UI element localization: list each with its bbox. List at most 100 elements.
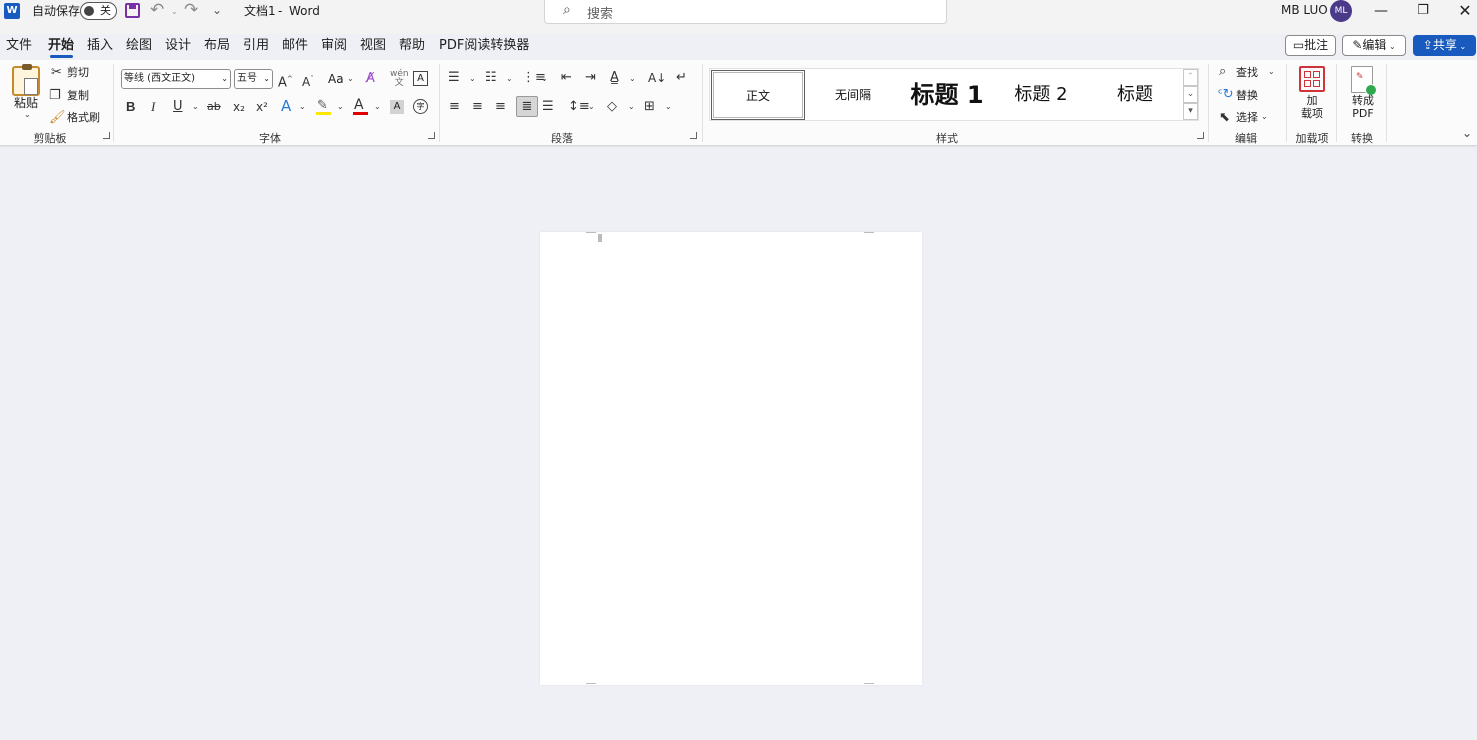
chevron-down-icon[interactable]: ⌄ — [1268, 67, 1275, 76]
avatar[interactable]: ML — [1330, 0, 1352, 22]
chevron-down-icon[interactable]: ⌄ — [628, 102, 635, 111]
copy-button[interactable]: 复制 — [67, 89, 89, 103]
change-case-button[interactable]: Aa — [328, 72, 344, 86]
chevron-down-icon[interactable]: ⌄ — [588, 102, 595, 111]
chevron-down-icon[interactable]: ⌄ — [541, 74, 548, 83]
editing-mode-button[interactable]: ✎编辑 ⌄ — [1342, 35, 1406, 56]
chevron-down-icon[interactable]: ⌄ — [629, 74, 636, 83]
chevron-down-icon[interactable]: ⌄ — [337, 102, 344, 111]
character-shading-icon[interactable]: A — [390, 100, 404, 114]
font-launcher-icon[interactable] — [428, 132, 435, 139]
bold-button[interactable]: B — [126, 99, 135, 115]
paste-button[interactable]: 粘贴 — [14, 96, 38, 110]
phonetic-guide-icon[interactable]: wén 文 — [390, 70, 409, 88]
style-no-spacing[interactable]: 无间隔 — [806, 70, 900, 120]
tab-design[interactable]: 设计 — [165, 37, 191, 55]
grow-font-icon[interactable]: A^ — [278, 71, 293, 91]
decrease-indent-icon[interactable]: ⇤ — [561, 70, 572, 86]
align-right-icon[interactable]: ≡ — [495, 99, 506, 115]
style-normal[interactable]: 正文 — [711, 70, 805, 120]
document-page[interactable] — [540, 232, 922, 685]
tab-references[interactable]: 引用 — [243, 37, 269, 55]
customize-toolbar-icon[interactable]: ⌄ — [212, 1, 222, 19]
styles-launcher-icon[interactable] — [1197, 132, 1204, 139]
autosave-toggle[interactable]: 关 — [80, 2, 117, 20]
scissors-icon[interactable]: ✂ — [51, 65, 62, 81]
borders-icon[interactable]: ⊞ — [644, 99, 655, 115]
italic-button[interactable]: I — [151, 99, 155, 115]
shrink-font-icon[interactable]: Aˇ — [302, 71, 314, 90]
style-heading-1[interactable]: 标题 1 — [900, 70, 994, 120]
undo-icon[interactable]: ↶ — [150, 1, 164, 19]
strikethrough-button[interactable]: ab — [207, 99, 221, 115]
style-heading-2[interactable]: 标题 2 — [994, 70, 1088, 120]
find-icon[interactable]: ⌕ — [1219, 64, 1226, 80]
addins-button[interactable]: 加 载项 — [1298, 94, 1326, 120]
chevron-down-icon[interactable]: ⌄ — [1261, 112, 1268, 121]
chevron-down-icon[interactable]: ⌄ — [506, 74, 513, 83]
distributed-align-icon[interactable]: ☰ — [542, 99, 554, 115]
shading-bucket-icon[interactable]: ◇ — [607, 99, 617, 115]
comments-button[interactable]: ▭批注 — [1285, 35, 1336, 56]
find-button[interactable]: 查找 — [1236, 66, 1258, 80]
select-button[interactable]: 选择 — [1236, 111, 1258, 125]
styles-more-icon[interactable]: ▾ — [1183, 103, 1198, 120]
font-size-dropdown[interactable]: 五号 ⌄ — [234, 69, 273, 89]
justify-icon[interactable]: ≣ — [516, 96, 538, 117]
restore-icon[interactable]: ❐ — [1403, 0, 1443, 22]
style-title[interactable]: 标题 — [1088, 70, 1182, 120]
tab-help[interactable]: 帮助 — [399, 37, 425, 55]
clear-formatting-icon[interactable]: A̸ — [366, 71, 375, 87]
character-border-icon[interactable]: A — [413, 71, 428, 86]
format-painter-icon[interactable]: 🖌 — [49, 110, 66, 126]
increase-indent-icon[interactable]: ⇥ — [585, 70, 596, 86]
bullets-icon[interactable]: ☰ — [448, 70, 460, 86]
cut-button[interactable]: 剪切 — [67, 66, 89, 80]
select-cursor-icon[interactable]: ⬉ — [1219, 110, 1230, 126]
paste-dropdown-icon[interactable]: ⌄ — [24, 110, 31, 119]
line-spacing-icon[interactable]: ↕≡ — [568, 99, 590, 115]
align-center-icon[interactable]: ≡ — [472, 99, 483, 115]
tab-mailings[interactable]: 邮件 — [282, 37, 308, 55]
align-left-icon[interactable]: ≡ — [449, 99, 460, 115]
numbering-icon[interactable]: ☷ — [485, 70, 497, 86]
save-icon[interactable] — [125, 3, 140, 18]
font-color-icon[interactable]: A — [354, 97, 364, 113]
chevron-down-icon[interactable]: ⌄ — [192, 102, 199, 111]
replace-button[interactable]: 替换 — [1236, 89, 1258, 103]
paste-icon[interactable] — [12, 64, 40, 96]
addins-icon[interactable] — [1299, 66, 1325, 92]
superscript-button[interactable]: x² — [256, 99, 268, 115]
styles-scroll-down-icon[interactable]: ⌄ — [1183, 86, 1198, 103]
paragraph-launcher-icon[interactable] — [690, 132, 697, 139]
search-box[interactable]: ⌕ 搜索 — [544, 0, 947, 24]
tab-insert[interactable]: 插入 — [87, 37, 113, 55]
convert-to-pdf-button[interactable]: 转成 PDF — [1348, 94, 1378, 120]
undo-dropdown-icon[interactable]: ⌄ — [171, 7, 178, 16]
redo-icon[interactable]: ↷ — [184, 1, 198, 19]
format-painter-button[interactable]: 格式刷 — [67, 111, 100, 125]
enclose-characters-icon[interactable]: 字 — [413, 99, 428, 114]
copy-icon[interactable]: ❐ — [49, 88, 61, 104]
minimize-icon[interactable]: — — [1361, 0, 1401, 22]
chevron-down-icon[interactable]: ⌄ — [665, 102, 672, 111]
tab-file[interactable]: 文件 — [6, 37, 32, 55]
close-icon[interactable]: ✕ — [1445, 0, 1477, 22]
share-button[interactable]: ⇪共享 ⌄ — [1413, 35, 1476, 56]
asian-layout-icon[interactable]: A̳ — [610, 70, 619, 86]
tab-draw[interactable]: 绘图 — [126, 37, 152, 55]
collapse-ribbon-icon[interactable]: ⌄ — [1462, 126, 1472, 140]
show-formatting-marks-icon[interactable]: ↵ — [676, 70, 687, 86]
chevron-down-icon[interactable]: ⌄ — [347, 74, 354, 83]
user-name[interactable]: MB LUO — [1281, 3, 1328, 17]
tab-view[interactable]: 视图 — [360, 37, 386, 55]
tab-review[interactable]: 审阅 — [321, 37, 347, 55]
chevron-down-icon[interactable]: ⌄ — [374, 102, 381, 111]
chevron-down-icon[interactable]: ⌄ — [469, 74, 476, 83]
subscript-button[interactable]: x₂ — [233, 99, 245, 115]
tab-home[interactable]: 开始 — [48, 37, 74, 55]
sort-icon[interactable]: A↓ — [648, 70, 666, 86]
tab-layout[interactable]: 布局 — [204, 37, 230, 55]
tab-pdf-converter[interactable]: PDF阅读转换器 — [439, 37, 529, 55]
pdf-document-icon[interactable]: ✎ — [1351, 66, 1377, 96]
